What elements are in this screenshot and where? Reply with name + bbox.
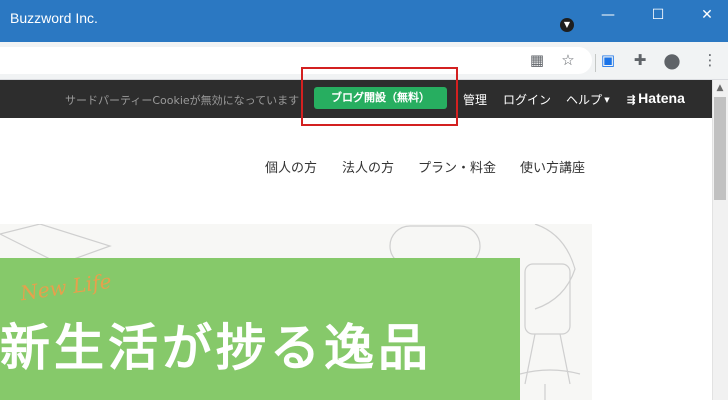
minimize-button[interactable]: — <box>595 7 621 25</box>
extension-icon[interactable]: ▣ <box>598 50 618 70</box>
caret-down-icon: ▼ <box>602 96 610 104</box>
nav-personal[interactable]: 個人の方 <box>265 157 317 176</box>
scrollbar-thumb[interactable] <box>714 97 726 200</box>
hatena-logo[interactable]: ⇶ Hatena <box>627 90 685 106</box>
extensions-puzzle-icon[interactable]: ✚ <box>630 50 650 70</box>
toolbar-divider <box>595 54 596 72</box>
scroll-up-arrow-icon[interactable]: ▲ <box>712 80 728 96</box>
help-label: ヘルプ <box>566 93 603 107</box>
manage-link[interactable]: 管理 <box>463 91 487 108</box>
hatena-logo-text: Hatena <box>638 90 685 106</box>
qr-code-icon[interactable]: ▦ <box>527 50 547 70</box>
nav-howto[interactable]: 使い方講座 <box>520 157 585 176</box>
downloads-badge-icon[interactable]: ▼ <box>560 18 574 32</box>
nav-corporate[interactable]: 法人の方 <box>342 157 394 176</box>
browser-menu-icon[interactable]: ⋮ <box>700 50 720 70</box>
profile-avatar-icon[interactable]: ● <box>662 50 682 70</box>
address-bar[interactable] <box>0 47 592 74</box>
nav-plans[interactable]: プラン・料金 <box>418 157 496 176</box>
window-title: Buzzword Inc. <box>10 10 98 26</box>
bookmark-star-icon[interactable]: ☆ <box>558 50 578 70</box>
hero-title: 新生活が捗る逸品 <box>0 319 432 377</box>
maximize-button[interactable]: ☐ <box>645 7 671 25</box>
hatena-mark-icon: ⇶ <box>627 95 639 106</box>
help-menu[interactable]: ヘルプ ▼ <box>566 91 610 108</box>
cookie-notice: サードパーティーCookieが無効になっています <box>65 94 300 107</box>
login-link[interactable]: ログイン <box>503 91 551 108</box>
window-titlebar: Buzzword Inc. ▼ — ☐ ✕ <box>0 0 728 42</box>
highlight-box <box>301 67 458 126</box>
close-button[interactable]: ✕ <box>694 7 720 25</box>
